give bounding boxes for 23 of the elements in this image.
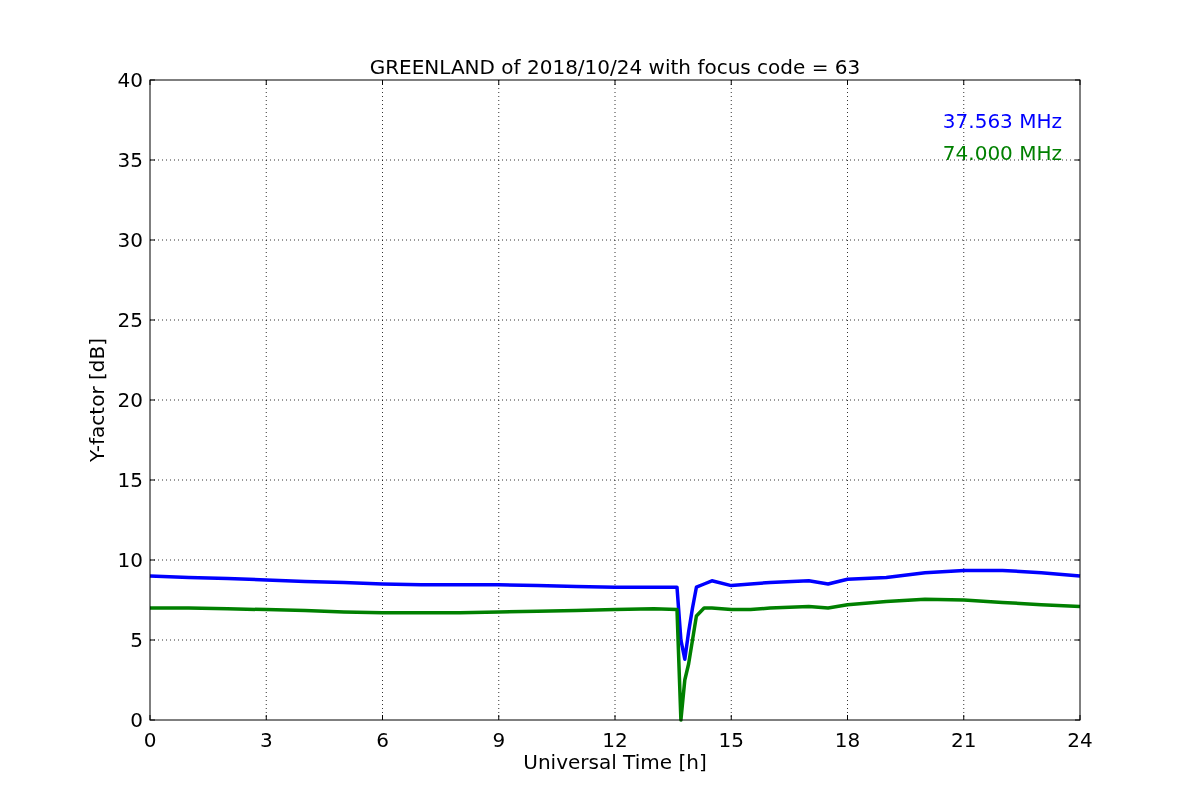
y-tick-label: 0 <box>130 708 143 732</box>
y-tick-label: 35 <box>117 148 143 172</box>
y-tick-label: 15 <box>117 468 143 492</box>
legend-label: 37.563 MHz <box>942 109 1062 133</box>
y-tick-label: 20 <box>117 388 143 412</box>
y-tick-label: 25 <box>117 308 143 332</box>
x-tick-label: 18 <box>834 728 861 752</box>
chart-title: GREENLAND of 2018/10/24 with focus code = 63 <box>369 55 861 79</box>
x-tick-label: 3 <box>259 728 273 752</box>
x-tick-label: 9 <box>492 728 506 752</box>
x-tick-label: 21 <box>951 728 977 752</box>
y-tick-label: 30 <box>117 228 143 252</box>
legend-label: 74.000 MHz <box>942 141 1062 165</box>
y-tick-label: 5 <box>130 628 143 652</box>
x-tick-label: 12 <box>602 728 628 752</box>
x-tick-label: 0 <box>143 728 157 752</box>
y-tick-label: 10 <box>117 548 143 572</box>
y-tick-label: 40 <box>117 68 143 92</box>
y-axis-label: Y-factor [dB] <box>85 338 109 462</box>
x-tick-label: 15 <box>718 728 744 752</box>
x-tick-label: 6 <box>376 728 389 752</box>
x-axis-label: Universal Time [h] <box>523 750 707 774</box>
x-tick-label: 24 <box>1067 728 1093 752</box>
